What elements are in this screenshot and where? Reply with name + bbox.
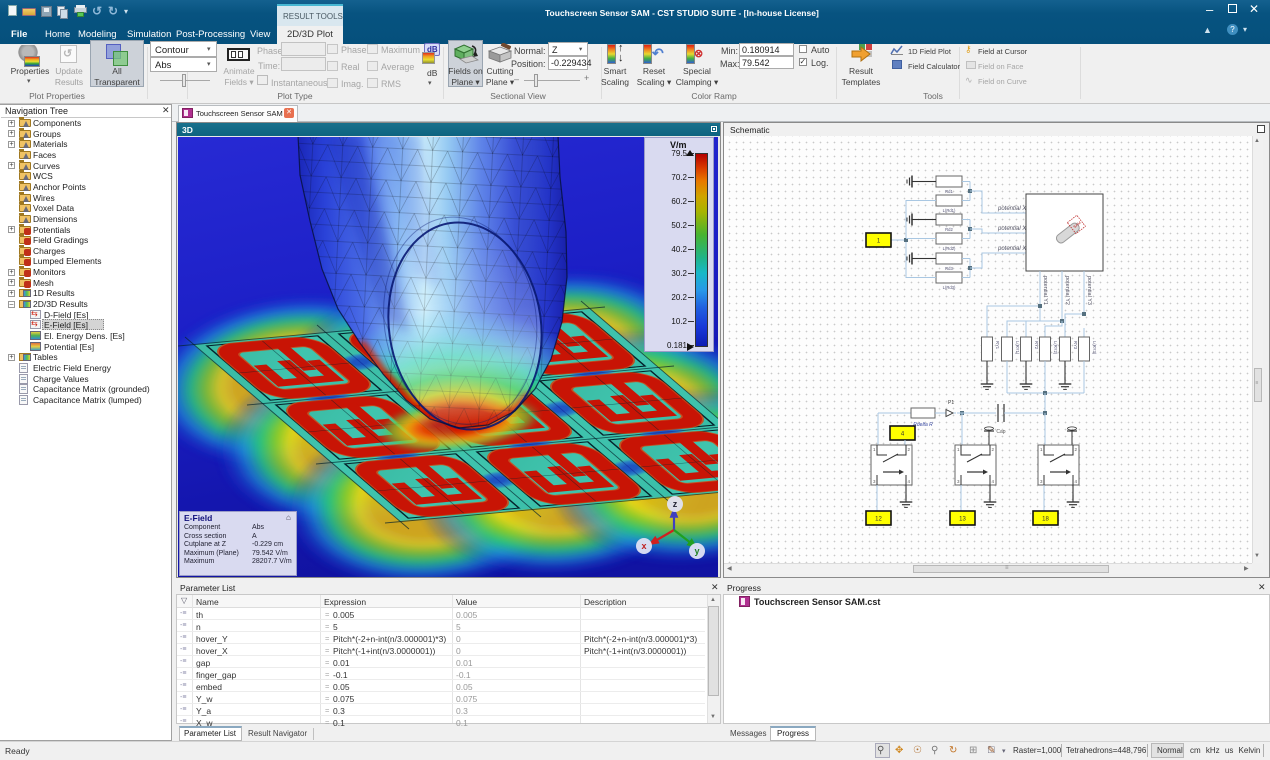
svg-text:12: 12 <box>875 517 882 523</box>
svg-text:potential Y2: potential Y2 <box>1064 276 1070 305</box>
svg-text:P1: P1 <box>948 400 954 406</box>
svg-text:L(Rd1): L(Rd1) <box>943 208 956 213</box>
svg-text:Rd3: Rd3 <box>945 266 953 271</box>
svg-text:RY2: RY2 <box>1034 341 1039 350</box>
svg-text:potential X2: potential X2 <box>997 226 1030 232</box>
svg-text:y: y <box>694 546 699 556</box>
svg-text:z: z <box>673 499 678 509</box>
svg-text:potential X3: potential X3 <box>997 246 1030 252</box>
svg-text:L(RY2): L(RY2) <box>1053 341 1058 355</box>
svg-text:Rd1: Rd1 <box>945 189 953 194</box>
svg-text:Cap: Cap <box>996 429 1005 435</box>
svg-text:18: 18 <box>1042 517 1049 523</box>
svg-text:RY3: RY3 <box>1073 341 1078 350</box>
svg-text:RY1: RY1 <box>995 341 1000 350</box>
svg-text:13: 13 <box>959 517 966 523</box>
svg-text:L(Rd3): L(Rd3) <box>943 285 956 290</box>
svg-text:potential Y1: potential Y1 <box>1042 276 1048 305</box>
svg-text:Rdelta R: Rdelta R <box>913 422 933 428</box>
svg-text:L(Rd2): L(Rd2) <box>943 246 956 251</box>
svg-text:L(RY1): L(RY1) <box>1015 341 1020 355</box>
svg-text:x: x <box>641 541 646 551</box>
svg-text:Rd2: Rd2 <box>945 227 953 232</box>
svg-text:potential X1: potential X1 <box>997 206 1030 212</box>
svg-text:L(RY3): L(RY3) <box>1092 341 1097 355</box>
svg-text:potential Y3: potential Y3 <box>1086 276 1092 305</box>
